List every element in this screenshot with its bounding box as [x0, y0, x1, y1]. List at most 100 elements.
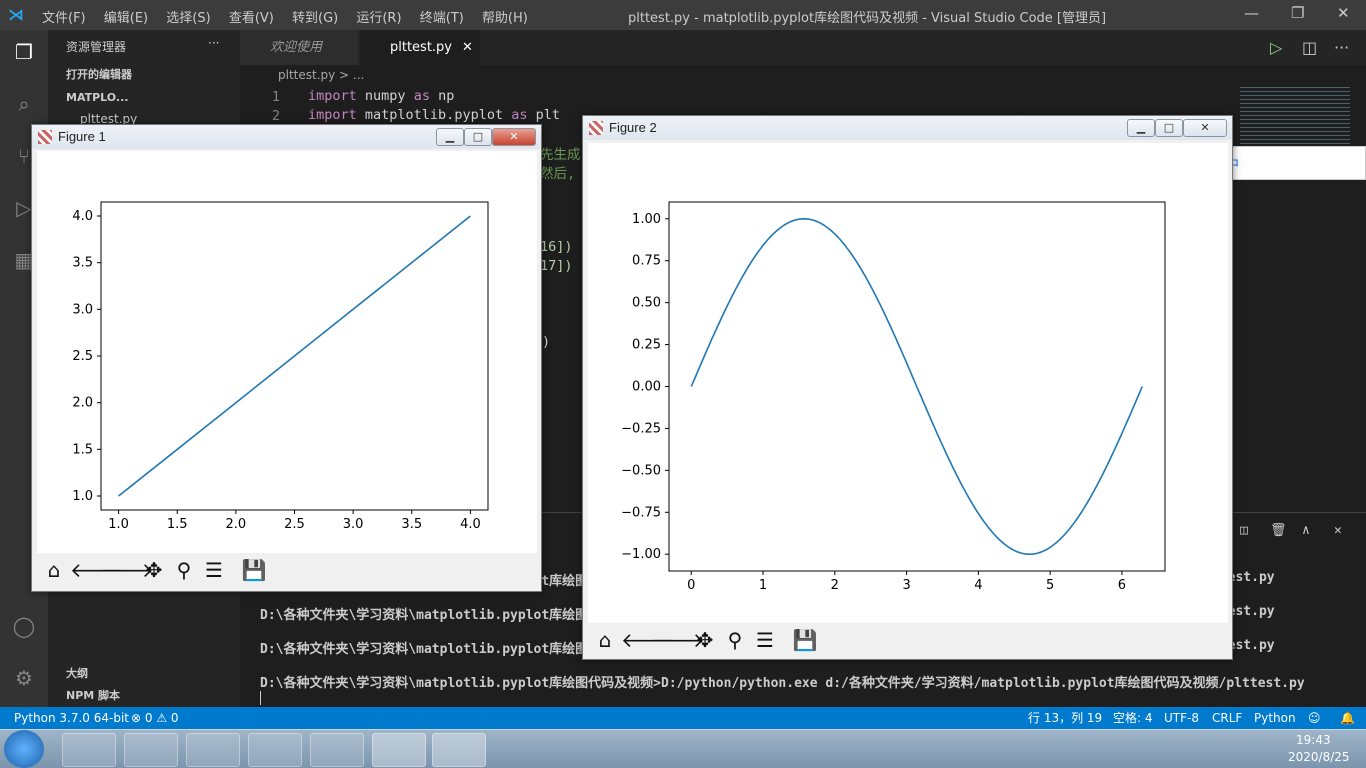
module-name: numpy	[356, 88, 414, 104]
code-fragment: 16])	[540, 239, 573, 255]
python-task[interactable]	[432, 733, 486, 767]
wps-task[interactable]	[248, 733, 302, 767]
app-task[interactable]	[124, 733, 178, 767]
terminal-line: D:\各种文件夹\学习资料\matplotlib.pyplot库绘图	[260, 608, 589, 623]
menu-selection[interactable]: 选择(S)	[166, 11, 210, 26]
back-icon[interactable]: 🡐	[621, 626, 675, 654]
trash-icon[interactable]: 🗑	[1270, 523, 1287, 538]
figure-2-minimize-icon[interactable]: ▁	[1127, 119, 1155, 137]
more-actions-icon[interactable]: ···	[208, 36, 219, 50]
configure-subplots-icon[interactable]: ☰	[751, 626, 779, 654]
back-icon[interactable]: 🡐	[70, 556, 124, 584]
x-tick-label: 2.0	[226, 517, 247, 532]
line-number: 2	[271, 108, 280, 124]
bell-icon[interactable]: 🔔	[1340, 707, 1355, 729]
x-tick-label: 6	[1118, 578, 1126, 593]
menu-view[interactable]: 查看(V)	[229, 11, 274, 26]
split-terminal-icon[interactable]: ◫	[1240, 523, 1248, 538]
npm-scripts-section[interactable]: NPM 脚本	[48, 685, 240, 707]
code-fragment: )	[542, 334, 551, 350]
cursor-position[interactable]: 行 13，列 19	[1028, 707, 1102, 729]
home-icon[interactable]: ⌂	[591, 626, 619, 654]
clock-date[interactable]: 2020/8/25	[1288, 750, 1350, 764]
minimap[interactable]	[1240, 87, 1350, 147]
close-panel-icon[interactable]: ✕	[1334, 523, 1342, 538]
y-tick-label: 2.5	[72, 349, 93, 364]
pan-icon[interactable]: ✥	[140, 556, 168, 584]
home-icon[interactable]: ⌂	[40, 556, 68, 584]
comment-fragment: 先生成	[540, 147, 581, 163]
figure-2-maximize-icon[interactable]: □	[1155, 119, 1183, 137]
start-button[interactable]	[4, 730, 44, 768]
app-task[interactable]	[186, 733, 240, 767]
feedback-icon[interactable]: ☺	[1308, 707, 1321, 729]
figure-1-close-icon[interactable]: ✕	[492, 128, 536, 146]
configure-subplots-icon[interactable]: ☰	[200, 556, 228, 584]
search-icon[interactable]: ⌕	[12, 92, 36, 116]
editor-more-icon[interactable]: ···	[1334, 38, 1349, 57]
explorer-icon[interactable]: ❐	[12, 40, 36, 64]
clock-time[interactable]: 19:43	[1296, 733, 1331, 747]
y-tick-label: 0.00	[632, 380, 661, 395]
figure-1-toolbar: ⌂ 🡐 🡒 ✥ ⚲ ☰ 💾	[32, 553, 541, 587]
save-icon[interactable]: 💾	[791, 626, 819, 654]
run-icon[interactable]: ▷	[1270, 38, 1282, 57]
menu-help[interactable]: 帮助(H)	[482, 11, 528, 26]
tab-plttest[interactable]: plttest.py ✕	[360, 30, 480, 65]
figure-1-canvas[interactable]: 1.0 1.5 2.0 2.5 3.0 3.5 4.0 1.0 1.5 2.0 2.5 3.0 3.5 4…	[37, 151, 537, 553]
line-ending[interactable]: CRLF	[1212, 707, 1242, 729]
outline-section[interactable]: 大纲	[48, 663, 240, 685]
restore-icon[interactable]: ❐	[1291, 4, 1304, 22]
menu-bar: 文件(F) 编辑(E) 选择(S) 查看(V) 转到(G) 运行(R) 终端(T…	[42, 7, 542, 26]
x-tick-label: 3.0	[343, 517, 364, 532]
y-tick-label: 2.0	[72, 396, 93, 411]
keyword-as: as	[511, 107, 528, 123]
app-task[interactable]	[310, 733, 364, 767]
account-icon[interactable]: ◯	[12, 614, 36, 638]
figure-1-maximize-icon[interactable]: □	[464, 128, 492, 146]
x-tick-label: 3.5	[401, 517, 422, 532]
open-editors-section[interactable]: 打开的编辑器	[48, 64, 240, 86]
problems-count[interactable]: ⊗ 0 ⚠ 0	[131, 707, 179, 729]
menu-run[interactable]: 运行(R)	[356, 11, 401, 26]
python-interpreter[interactable]: Python 3.7.0 64-bit	[14, 707, 129, 729]
file-explorer-task[interactable]	[62, 733, 116, 767]
indentation[interactable]: 空格: 4	[1113, 707, 1153, 729]
tab-welcome-label: 欢迎使用	[270, 40, 323, 55]
vscode-task[interactable]	[372, 733, 426, 767]
y-tick-label: 0.25	[632, 338, 661, 353]
alias: plt	[527, 107, 560, 123]
figure-2-chart: 0 1 2 3 4 5 6 1.00 0.75 0.50 0.25 0.00 −0.25 −0.50 −0.…	[621, 201, 1166, 593]
tab-welcome[interactable]: 欢迎使用	[240, 30, 358, 65]
minimize-icon[interactable]: —	[1244, 4, 1259, 22]
menu-terminal[interactable]: 终端(T)	[420, 11, 464, 26]
figure-2-close-icon[interactable]: ✕	[1183, 119, 1227, 137]
tab-close-icon[interactable]: ✕	[462, 40, 473, 55]
breadcrumb-text[interactable]: plttest.py > ...	[278, 68, 364, 82]
close-icon[interactable]: ✕	[1337, 4, 1350, 22]
gear-icon[interactable]: ⚙	[12, 666, 36, 690]
zoom-icon[interactable]: ⚲	[170, 556, 198, 584]
zoom-icon[interactable]: ⚲	[721, 626, 749, 654]
code-line-1: import numpy as np	[308, 88, 454, 104]
y-tick-label: −0.75	[621, 505, 661, 520]
y-tick-label: −0.50	[621, 463, 661, 478]
forward-icon[interactable]: 🡒	[100, 556, 154, 584]
y-tick-label: −0.25	[621, 421, 661, 436]
y-tick-label: 4.0	[72, 209, 93, 224]
forward-icon[interactable]: 🡒	[651, 626, 705, 654]
menu-go[interactable]: 转到(G)	[292, 11, 338, 26]
language-mode[interactable]: Python	[1254, 707, 1296, 729]
maximize-panel-icon[interactable]: ∧	[1302, 523, 1310, 538]
encoding[interactable]: UTF-8	[1164, 707, 1199, 729]
code-fragment: 17])	[540, 258, 573, 274]
pan-icon[interactable]: ✥	[691, 626, 719, 654]
status-bar: Python 3.7.0 64-bit ⊗ 0 ⚠ 0 行 13，列 19 空格…	[0, 707, 1366, 729]
save-icon[interactable]: 💾	[240, 556, 268, 584]
folder-section[interactable]: MATPLO...	[48, 87, 240, 109]
figure-2-canvas[interactable]: 0 1 2 3 4 5 6 1.00 0.75 0.50 0.25 0.00 −0.25 −0.50 −0.…	[588, 143, 1228, 623]
menu-edit[interactable]: 编辑(E)	[104, 11, 148, 26]
split-editor-icon[interactable]: ◫	[1302, 38, 1317, 57]
figure-1-minimize-icon[interactable]: ▁	[436, 128, 464, 146]
menu-file[interactable]: 文件(F)	[42, 11, 86, 26]
